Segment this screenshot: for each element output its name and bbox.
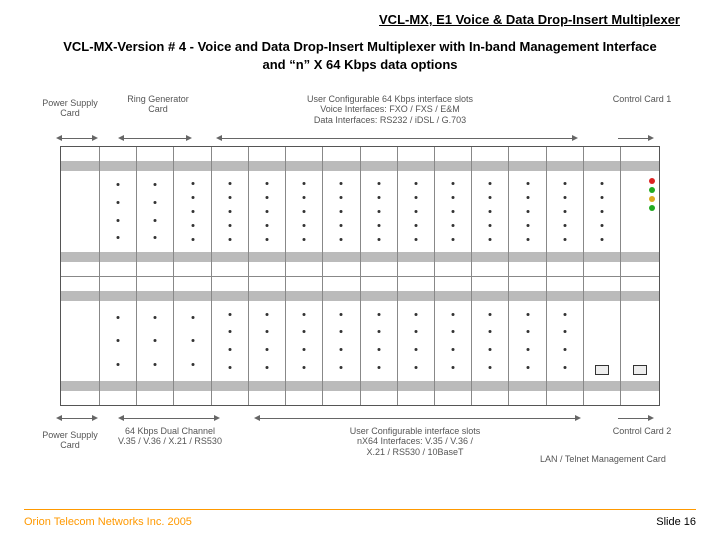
slot-io-10 xyxy=(509,147,546,276)
arrow-64k xyxy=(124,418,214,419)
slot-io-11 xyxy=(547,147,584,276)
arrow-ctrl2 xyxy=(618,418,648,419)
slot-io-1 xyxy=(174,147,211,276)
slot-b-1 xyxy=(212,277,249,406)
slot-io-6 xyxy=(361,147,398,276)
footer-slide-number: Slide 16 xyxy=(656,516,696,528)
slot-b-7 xyxy=(435,277,472,406)
slot-control-1 xyxy=(621,147,659,276)
top-labels: Power Supply Card Ring Generator Card Us… xyxy=(60,94,660,146)
mgmt-port-icon xyxy=(633,365,647,375)
ethernet-port-icon xyxy=(595,365,609,375)
slot-b-8 xyxy=(472,277,509,406)
slot-64k-b xyxy=(137,277,174,406)
slot-64k-c xyxy=(174,277,211,406)
page-header: VCL-MX, E1 Voice & Data Drop-Insert Mult… xyxy=(379,12,680,27)
slot-b-5 xyxy=(361,277,398,406)
arrow-ctrl1 xyxy=(618,138,648,139)
slot-io-7 xyxy=(398,147,435,276)
slot-io-9 xyxy=(472,147,509,276)
status-leds xyxy=(649,175,655,214)
chassis-diagram: Power Supply Card Ring Generator Card Us… xyxy=(60,94,660,480)
slot-io-5 xyxy=(323,147,360,276)
arrow-user-top xyxy=(222,138,572,139)
label-user-slots-bottom: User Configurable interface slots nX64 I… xyxy=(240,426,590,457)
slot-b-9 xyxy=(509,277,546,406)
label-psu-bottom: Power Supply Card xyxy=(35,430,105,451)
footer-company: Orion Telecom Networks Inc. 2005 xyxy=(24,516,192,528)
slot-ring-b xyxy=(137,147,174,276)
label-lan-mgmt: LAN / Telnet Management Card xyxy=(540,454,680,464)
slot-b-10 xyxy=(547,277,584,406)
footer-divider xyxy=(24,509,696,510)
slot-b-4 xyxy=(323,277,360,406)
arrow-user-bottom xyxy=(260,418,575,419)
slot-io-3 xyxy=(249,147,286,276)
slot-control-2 xyxy=(621,277,659,406)
label-psu-top: Power Supply Card xyxy=(35,98,105,119)
label-user-slots-top: User Configurable 64 Kbps interface slot… xyxy=(240,94,540,125)
slot-io-4 xyxy=(286,147,323,276)
label-64kbps-channel: 64 Kbps Dual Channel V.35 / V.36 / X.21 … xyxy=(105,426,235,447)
shelf-top xyxy=(61,147,659,277)
led-red-icon xyxy=(649,178,655,184)
label-control-card-1: Control Card 1 xyxy=(612,94,672,104)
slot-lan-card xyxy=(584,277,621,406)
slot-io-2 xyxy=(212,147,249,276)
label-ring-generator: Ring Generator Card xyxy=(118,94,198,115)
led-green-icon xyxy=(649,205,655,211)
bottom-labels: Power Supply Card 64 Kbps Dual Channel V… xyxy=(60,410,660,480)
slot-ring-a xyxy=(100,147,137,276)
slot-psu-top xyxy=(61,147,100,276)
led-green-icon xyxy=(649,187,655,193)
page-subtitle: VCL-MX-Version # 4 - Voice and Data Drop… xyxy=(0,38,720,74)
slot-psu-bottom xyxy=(61,277,100,406)
chassis xyxy=(60,146,660,406)
arrow-psu-top xyxy=(62,138,92,139)
slot-64k-a xyxy=(100,277,137,406)
slot-b-2 xyxy=(249,277,286,406)
slot-io-8 xyxy=(435,147,472,276)
label-control-card-2: Control Card 2 xyxy=(612,426,672,436)
slot-b-6 xyxy=(398,277,435,406)
slot-b-3 xyxy=(286,277,323,406)
shelf-bottom xyxy=(61,277,659,406)
arrow-psu-bottom xyxy=(62,418,92,419)
arrow-ring xyxy=(124,138,186,139)
led-yellow-icon xyxy=(649,196,655,202)
slot-io-12 xyxy=(584,147,621,276)
